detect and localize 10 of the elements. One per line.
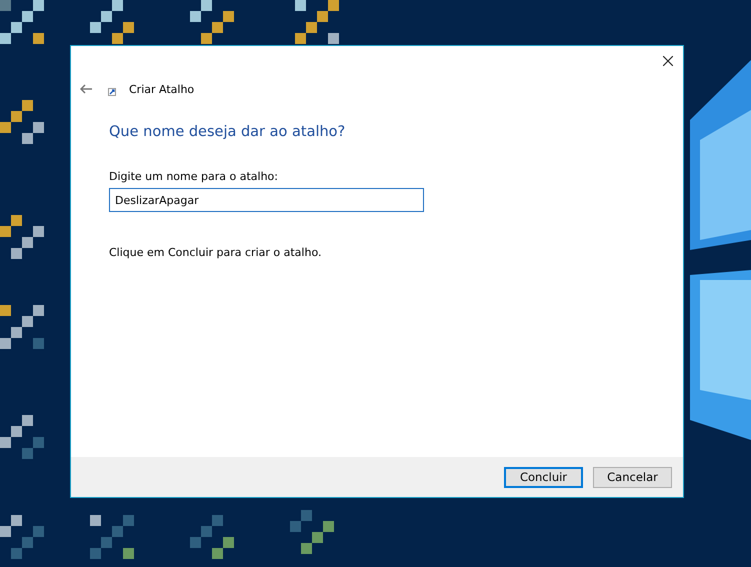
shortcut-icon [108,88,116,96]
dialog-button[interactable]: Cancelar [593,466,672,488]
back-arrow-icon[interactable] [80,84,92,94]
dialog-title: Criar Atalho [129,82,194,96]
name-input-field[interactable]: DeslizarApagar [109,188,424,212]
instruction-text: Clique em Concluir para criar o atalho. [109,246,322,259]
field-label: Digite um nome para o atalho: [109,170,278,183]
dialog-heading: Que nome deseja dar ao atalho? [109,124,346,140]
close-icon[interactable] [663,56,673,66]
dialog-button[interactable]: Concluir [504,466,583,488]
